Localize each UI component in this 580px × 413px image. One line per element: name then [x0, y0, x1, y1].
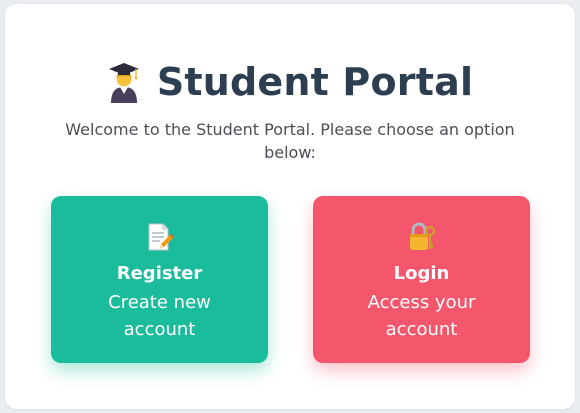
welcome-message: Welcome to the Student Portal. Please ch… [65, 120, 515, 162]
student-graduation-cap-icon [108, 63, 139, 103]
register-title: Register [116, 263, 203, 284]
memo-pencil-icon [148, 223, 174, 251]
login-title: Login [393, 263, 450, 284]
login-button[interactable]: Login Access your account [313, 196, 530, 363]
header: Student Portal [5, 54, 575, 110]
register-description: Create new account [108, 292, 211, 340]
login-description: Access your account [367, 292, 476, 340]
register-button[interactable]: Register Create new account [51, 196, 268, 363]
portal-card: Student Portal Welcome to the Student Po… [5, 4, 575, 409]
lock-with-key-icon [409, 222, 435, 250]
page-title: Student Portal [156, 60, 474, 104]
